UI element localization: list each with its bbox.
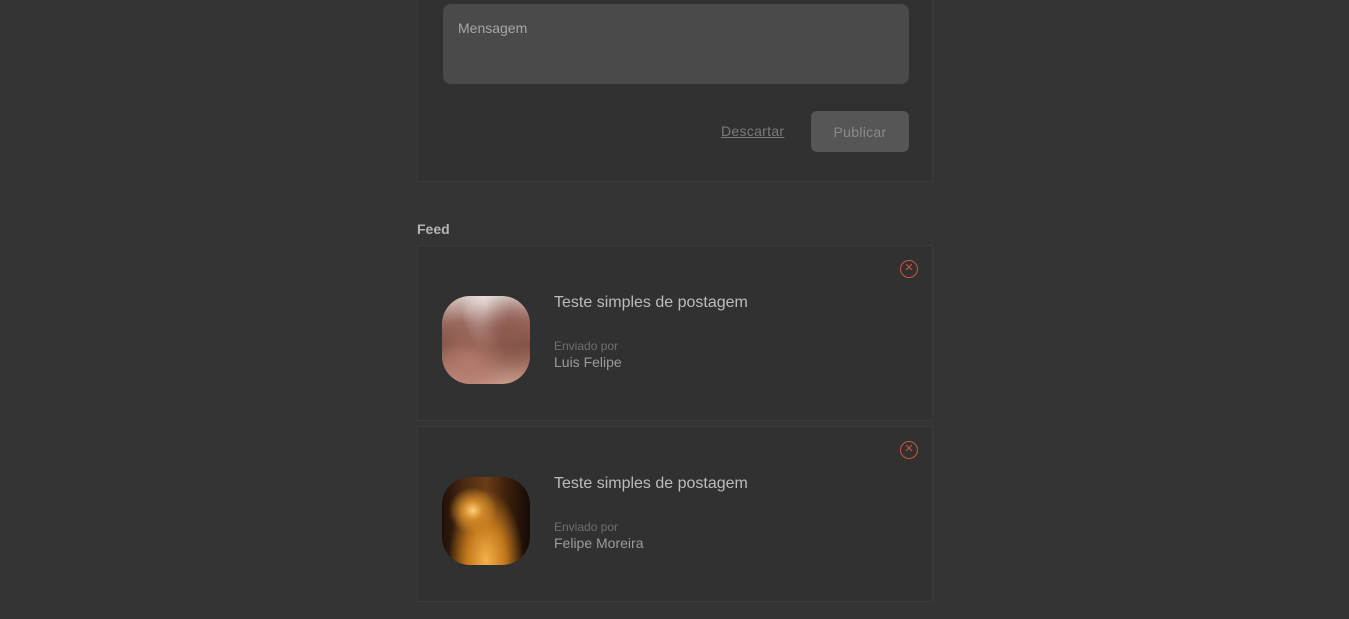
- post-image: [442, 296, 530, 384]
- post-title: Teste simples de postagem: [554, 475, 748, 492]
- post-composer: Descartar Publicar: [417, 0, 933, 182]
- sent-by-label: Enviado por: [554, 520, 619, 534]
- feed-heading: Feed: [417, 221, 450, 237]
- post-author: Luis Felipe: [554, 354, 622, 370]
- message-input[interactable]: [443, 4, 909, 84]
- post-card: ✕ Teste simples de postagem Enviado por …: [417, 426, 933, 602]
- publish-button[interactable]: Publicar: [811, 111, 909, 152]
- sent-by-label: Enviado por: [554, 339, 619, 353]
- delete-post-button[interactable]: ✕: [900, 441, 918, 459]
- post-author: Felipe Moreira: [554, 535, 644, 551]
- message-field-container[interactable]: [443, 4, 909, 84]
- post-card: ✕ Teste simples de postagem Enviado por …: [417, 245, 933, 421]
- close-circle-icon: ✕: [904, 443, 914, 455]
- post-title: Teste simples de postagem: [554, 294, 748, 311]
- discard-link[interactable]: Descartar: [721, 123, 784, 139]
- post-image: [442, 477, 530, 565]
- delete-post-button[interactable]: ✕: [900, 260, 918, 278]
- close-circle-icon: ✕: [904, 262, 914, 274]
